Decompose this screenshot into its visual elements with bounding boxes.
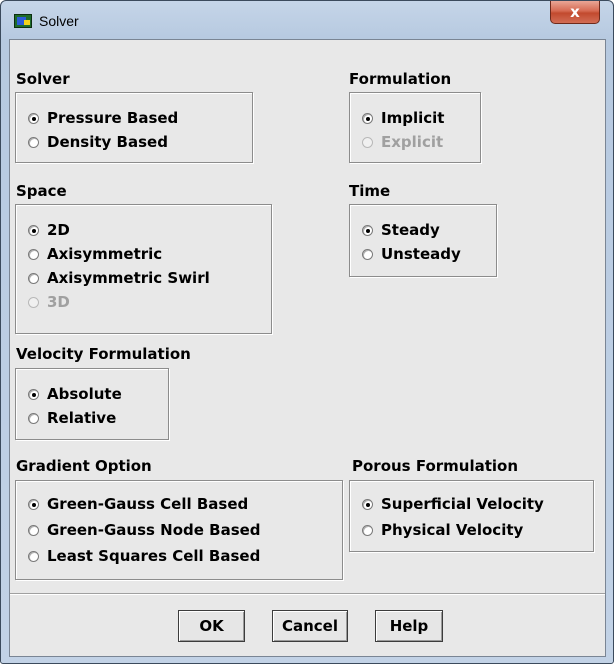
- radio-indicator: [28, 249, 39, 260]
- radio-2d[interactable]: 2D: [28, 219, 70, 241]
- radio-indicator: [28, 297, 39, 308]
- dialog-body: Solver Pressure Based Density Based Form…: [9, 39, 606, 657]
- radio-green-gauss-cell[interactable]: Green-Gauss Cell Based: [28, 493, 248, 515]
- radio-indicator: [28, 389, 39, 400]
- formulation-label: Formulation: [349, 70, 452, 88]
- ok-button[interactable]: OK: [178, 610, 245, 642]
- radio-axisymmetric-swirl[interactable]: Axisymmetric Swirl: [28, 267, 210, 289]
- radio-axisymmetric[interactable]: Axisymmetric: [28, 243, 162, 265]
- gradient-option-label: Gradient Option: [16, 457, 152, 475]
- radio-3d[interactable]: 3D: [28, 291, 70, 313]
- solver-group: Pressure Based Density Based: [15, 92, 253, 163]
- space-label: Space: [16, 182, 67, 200]
- space-group: 2D Axisymmetric Axisymmetric Swirl 3D: [15, 204, 272, 334]
- radio-implicit[interactable]: Implicit: [362, 107, 444, 129]
- radio-pressure-based[interactable]: Pressure Based: [28, 107, 178, 129]
- radio-superficial-velocity[interactable]: Superficial Velocity: [362, 493, 544, 515]
- radio-green-gauss-node[interactable]: Green-Gauss Node Based: [28, 519, 261, 541]
- radio-unsteady[interactable]: Unsteady: [362, 243, 461, 265]
- radio-steady[interactable]: Steady: [362, 219, 440, 241]
- radio-indicator: [28, 137, 39, 148]
- radio-indicator: [28, 113, 39, 124]
- porous-formulation-label: Porous Formulation: [352, 457, 519, 475]
- radio-relative[interactable]: Relative: [28, 407, 116, 429]
- radio-indicator: [28, 225, 39, 236]
- cancel-button[interactable]: Cancel: [272, 610, 348, 642]
- radio-indicator: [28, 499, 39, 510]
- solver-label: Solver: [16, 70, 70, 88]
- gradient-option-group: Green-Gauss Cell Based Green-Gauss Node …: [15, 480, 343, 580]
- radio-indicator: [28, 525, 39, 536]
- radio-indicator: [362, 225, 373, 236]
- radio-density-based[interactable]: Density Based: [28, 131, 168, 153]
- formulation-group: Implicit Explicit: [349, 92, 481, 163]
- app-icon: [14, 14, 32, 28]
- footer-separator: [10, 593, 605, 595]
- title-bar[interactable]: Solver x: [1, 1, 613, 39]
- radio-least-squares-cell[interactable]: Least Squares Cell Based: [28, 545, 260, 567]
- close-button[interactable]: x: [550, 1, 600, 24]
- time-group: Steady Unsteady: [349, 204, 497, 277]
- solver-dialog: Solver x Solver Pressure Based Density B…: [0, 0, 614, 664]
- radio-absolute[interactable]: Absolute: [28, 383, 122, 405]
- porous-formulation-group: Superficial Velocity Physical Velocity: [349, 480, 594, 552]
- radio-indicator: [362, 499, 373, 510]
- velocity-formulation-group: Absolute Relative: [15, 368, 169, 440]
- radio-indicator: [362, 137, 373, 148]
- radio-indicator: [28, 413, 39, 424]
- time-label: Time: [349, 182, 391, 200]
- close-icon: x: [570, 3, 580, 21]
- help-button[interactable]: Help: [375, 610, 443, 642]
- velocity-formulation-label: Velocity Formulation: [16, 345, 191, 363]
- radio-indicator: [362, 249, 373, 260]
- radio-indicator: [362, 525, 373, 536]
- radio-indicator: [28, 273, 39, 284]
- radio-physical-velocity[interactable]: Physical Velocity: [362, 519, 523, 541]
- radio-indicator: [28, 551, 39, 562]
- radio-indicator: [362, 113, 373, 124]
- radio-explicit[interactable]: Explicit: [362, 131, 443, 153]
- window-title: Solver: [39, 13, 79, 29]
